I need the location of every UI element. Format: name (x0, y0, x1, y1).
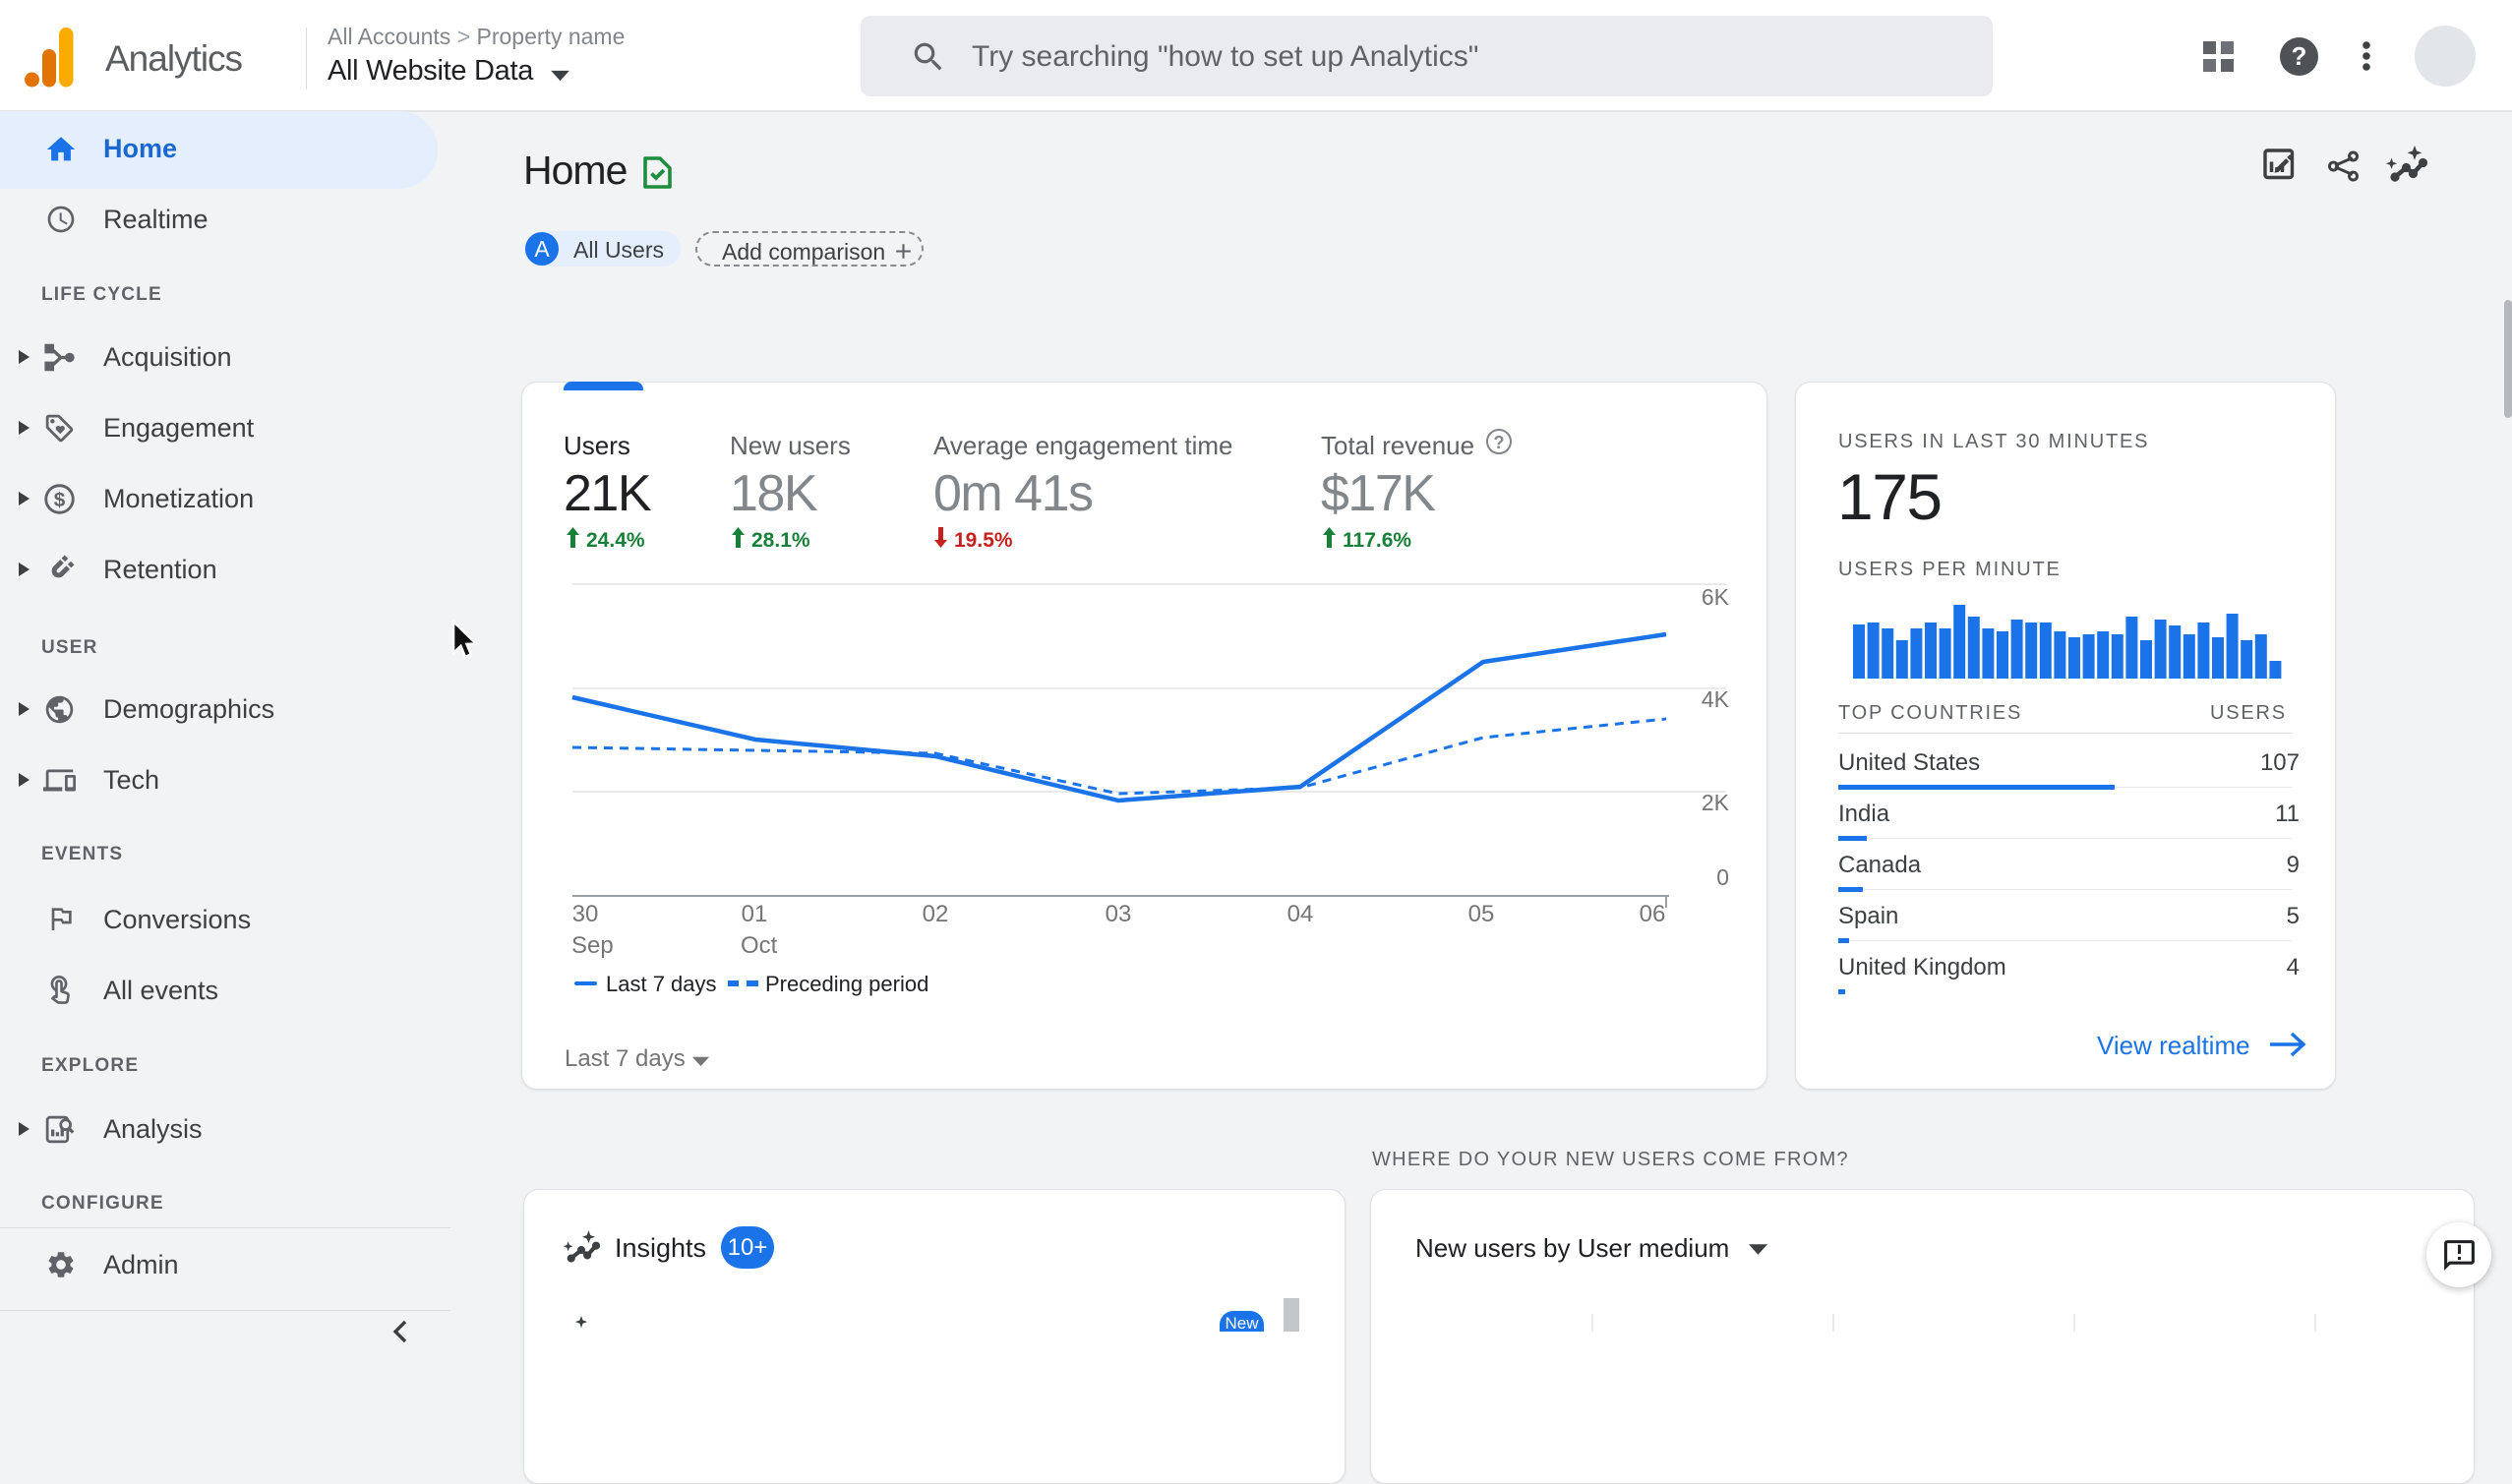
svg-text:$: $ (54, 489, 66, 511)
